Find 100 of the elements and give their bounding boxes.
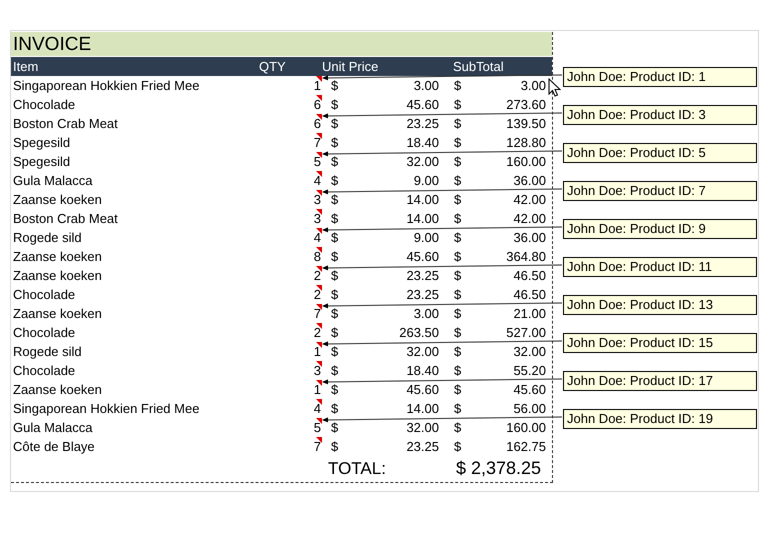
table-cell-text: Gula Malacca <box>12 172 94 190</box>
invoice-title: INVOICE <box>11 32 552 56</box>
table-cell-text: Chocolade <box>12 324 76 342</box>
table-cell-text: 3 <box>314 362 322 380</box>
table-cell-text: 160.00 <box>505 153 546 171</box>
comment-box[interactable]: John Doe: Product ID: 11 <box>563 257 757 277</box>
table-cell-text: $ <box>330 381 340 399</box>
table-cell-text: $ <box>453 305 462 323</box>
table-cell-text: Spegesild <box>12 153 72 171</box>
table-cell-text: Boston Crab Meat <box>12 210 119 228</box>
table-cell-text: 46.50 <box>512 286 546 304</box>
table-cell-text: 42.00 <box>512 210 546 228</box>
table-cell-text: $ <box>330 115 340 133</box>
table-cell-text: 139.50 <box>505 115 546 133</box>
table-cell-text: 3 <box>314 191 322 209</box>
table-cell-text: 18.40 <box>405 134 439 152</box>
table-cell-text: Zaanse koeken <box>12 191 103 209</box>
table-cell-text: Zaanse koeken <box>12 248 103 266</box>
table-cell-text: 14.00 <box>405 400 439 418</box>
table-cell-text: $ <box>453 438 462 456</box>
table-cell-text: Zaanse koeken <box>12 267 103 285</box>
table-cell-text: $ <box>453 267 462 285</box>
table-cell-text: $ <box>453 191 462 209</box>
table-cell-text: 3 <box>314 210 322 228</box>
table-cell-text: 162.75 <box>505 438 546 456</box>
table-cell-text: $ <box>330 419 340 437</box>
table-cell-text: Singaporean Hokkien Fried Mee <box>12 400 200 418</box>
table-cell-text: $ <box>453 96 462 114</box>
table-cell-text: $ <box>330 96 340 114</box>
comment-box[interactable]: John Doe: Product ID: 9 <box>563 219 757 239</box>
table-cell-text: 1 <box>314 381 322 399</box>
comment-box[interactable]: John Doe: Product ID: 19 <box>563 409 757 429</box>
table-cell-text: Chocolade <box>12 286 76 304</box>
column-header: QTY <box>258 58 287 76</box>
table-cell-text: $ <box>453 210 462 228</box>
table-cell-text: 160.00 <box>505 419 546 437</box>
total-value: $ 2,378.25 <box>456 458 542 479</box>
table-cell-text: Chocolade <box>12 362 76 380</box>
table-cell-text: 5 <box>314 153 322 171</box>
table-cell-text: $ <box>330 191 340 209</box>
table-cell-text: 2 <box>314 267 322 285</box>
comment-box[interactable]: John Doe: Product ID: 17 <box>563 371 757 391</box>
table-cell-text: 1 <box>314 77 322 95</box>
comment-box[interactable]: John Doe: Product ID: 3 <box>563 105 757 125</box>
table-cell-text: $ <box>330 324 340 342</box>
table-cell-text: 3.00 <box>520 77 546 95</box>
table-cell-text: 42.00 <box>512 191 546 209</box>
table-cell-text: 23.25 <box>405 267 439 285</box>
comment-box[interactable]: John Doe: Product ID: 7 <box>563 181 757 201</box>
table-cell-text: 6 <box>314 96 322 114</box>
table-cell-text: $ <box>453 153 462 171</box>
table-cell-text: 32.00 <box>405 419 439 437</box>
table-cell-text: $ <box>330 286 340 304</box>
table-cell-text: Boston Crab Meat <box>12 115 119 133</box>
table-cell-text: 14.00 <box>405 210 439 228</box>
comment-box[interactable]: John Doe: Product ID: 13 <box>563 295 757 315</box>
table-cell-text: 8 <box>314 248 322 266</box>
table-cell-text: 23.25 <box>405 286 439 304</box>
table-cell-text: $ <box>453 77 462 95</box>
table-cell-text: 7 <box>314 438 322 456</box>
table-cell-text: Rogede sild <box>12 229 83 247</box>
table-cell-text: 4 <box>314 172 322 190</box>
table-cell-text: $ <box>330 153 340 171</box>
table-cell-text: $ <box>453 419 462 437</box>
table-cell-text: Rogede sild <box>12 343 83 361</box>
table-cell-text: 23.25 <box>405 115 439 133</box>
table-cell-text: 7 <box>314 134 322 152</box>
table-cell-text: 18.40 <box>405 362 439 380</box>
table-cell-text: 263.50 <box>398 324 439 342</box>
table-cell-text: 9.00 <box>412 172 439 190</box>
column-header: Unit Price <box>322 58 380 76</box>
table-cell-text: 2 <box>314 324 322 342</box>
table-cell-text: 128.80 <box>505 134 546 152</box>
table-cell-text: $ <box>453 400 462 418</box>
table-cell-text: 273.60 <box>505 96 546 114</box>
table-cell-text: 4 <box>314 229 322 247</box>
table-cell-text: $ <box>330 229 340 247</box>
total-label: TOTAL: <box>328 458 386 478</box>
table-cell-text: 55.20 <box>512 362 546 380</box>
table-cell-text: 527.00 <box>505 324 546 342</box>
comment-box[interactable]: John Doe: Product ID: 5 <box>563 143 757 163</box>
table-cell-text: 7 <box>314 305 322 323</box>
table-cell-text: 36.00 <box>512 172 546 190</box>
table-cell-text: 3.00 <box>412 77 439 95</box>
table-cell-text: 21.00 <box>512 305 546 323</box>
table-cell-text: 6 <box>314 115 322 133</box>
table-cell-text: 9.00 <box>412 229 439 247</box>
table-cell-text: Zaanse koeken <box>12 305 103 323</box>
table-cell-text: Gula Malacca <box>12 419 94 437</box>
table-cell-text: 45.60 <box>405 381 439 399</box>
table-cell-text: 32.00 <box>405 343 439 361</box>
table-cell-text: $ <box>453 229 462 247</box>
table-cell-text: 32.00 <box>512 343 546 361</box>
comment-box[interactable]: John Doe: Product ID: 15 <box>563 333 757 353</box>
table-cell-text: 3.00 <box>412 305 439 323</box>
table-cell-text: 5 <box>314 419 322 437</box>
comment-box[interactable]: John Doe: Product ID: 1 <box>563 67 757 87</box>
table-cell-text: Chocolade <box>12 96 76 114</box>
table-cell-text: $ <box>330 267 340 285</box>
table-cell-text: Spegesild <box>12 134 72 152</box>
